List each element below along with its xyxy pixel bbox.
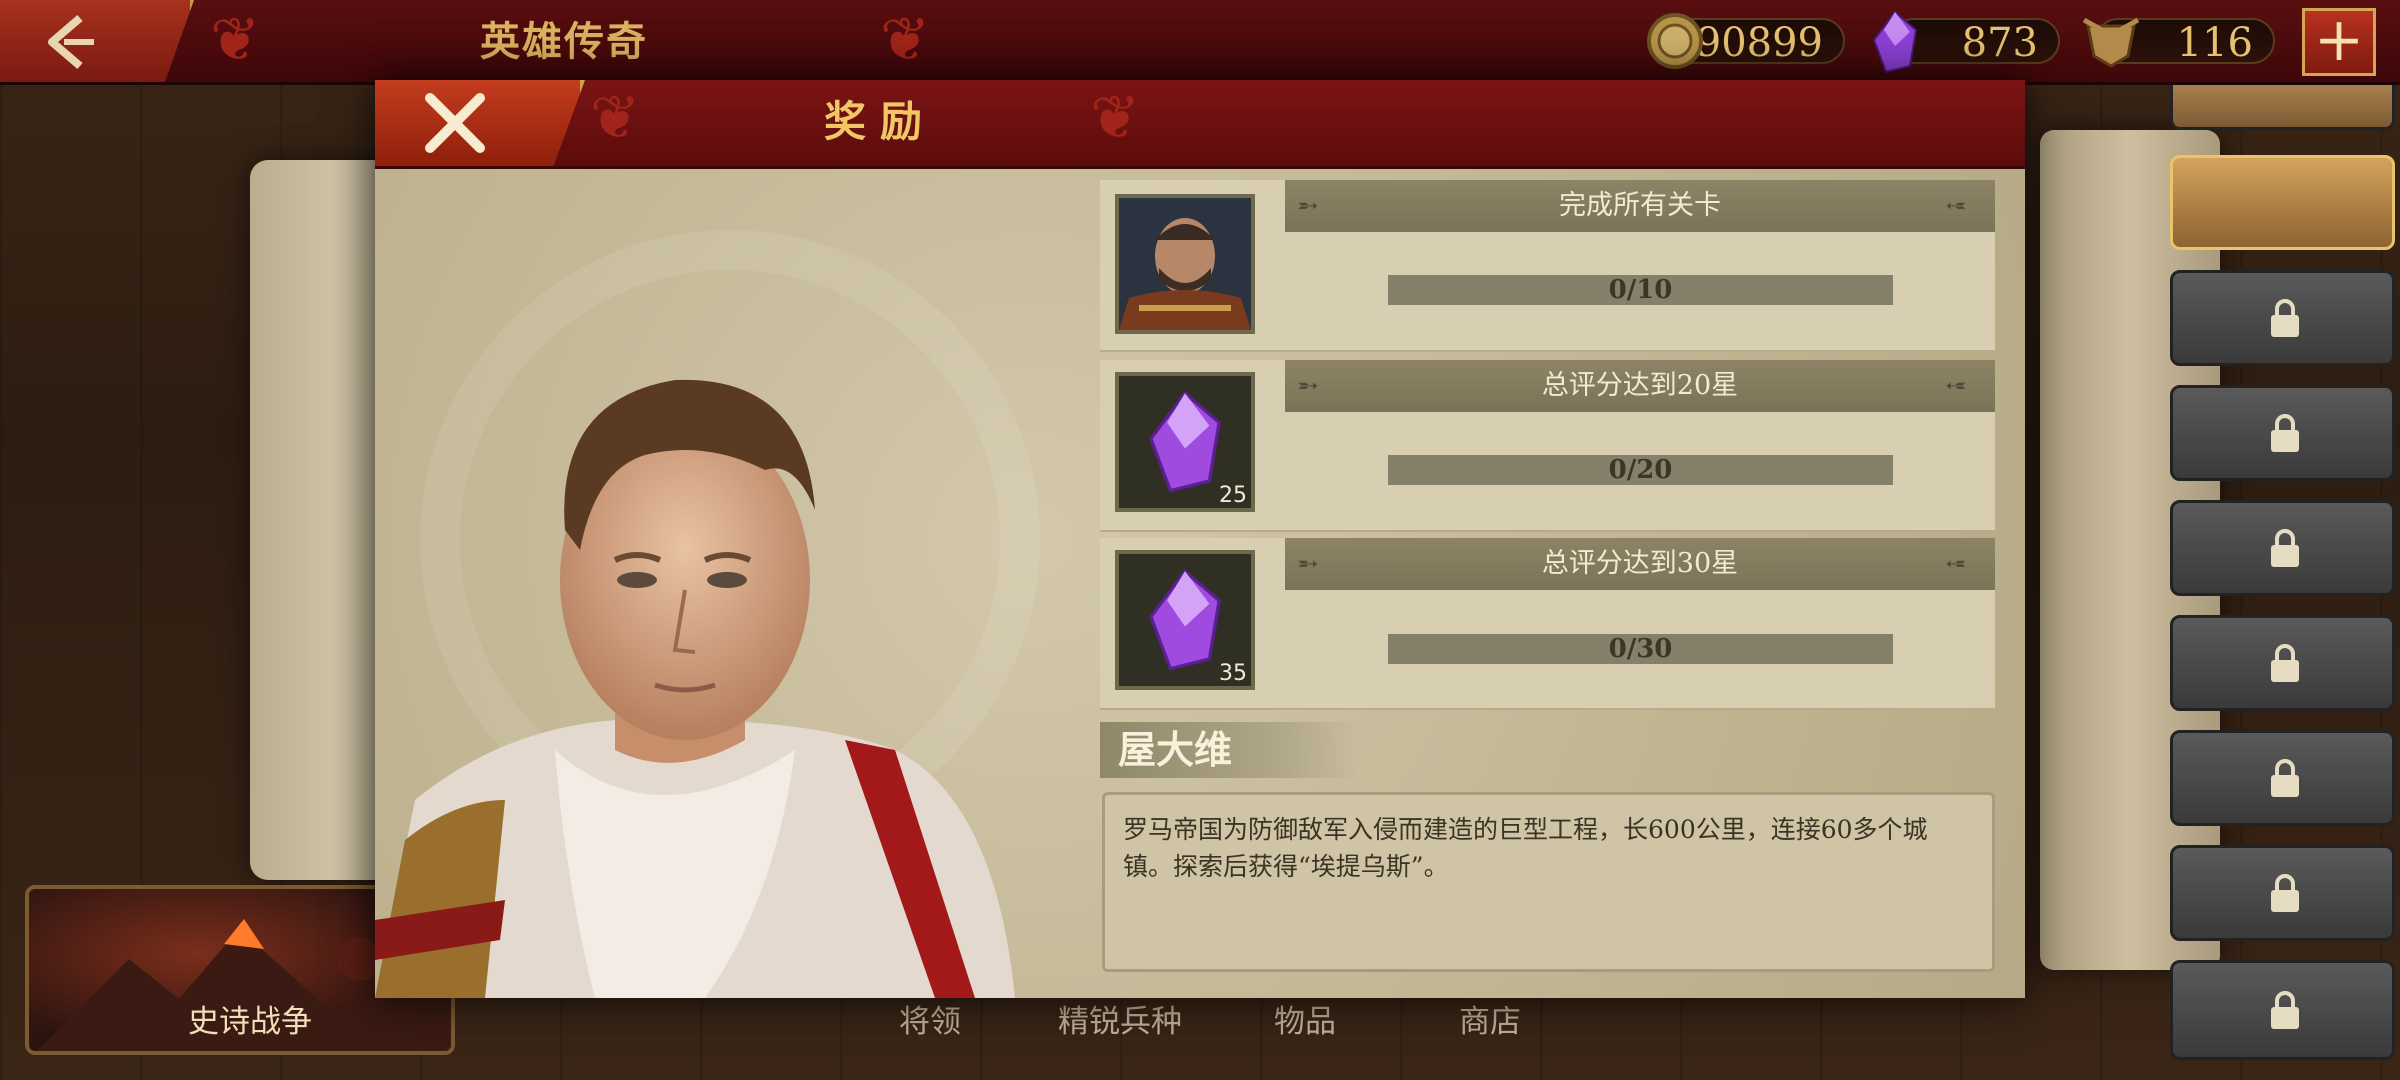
general-portrait-icon bbox=[1119, 198, 1251, 330]
tab-shop[interactable]: 商店 bbox=[1430, 1002, 1550, 1042]
reward-condition-label: 总评分达到30星 bbox=[1285, 538, 1995, 590]
arrow-decoration-icon: ➵ bbox=[1945, 549, 1967, 579]
building-thumb-4[interactable] bbox=[2170, 385, 2395, 481]
arrow-decoration-icon: ➵ bbox=[1297, 191, 1319, 221]
coin-icon bbox=[1647, 13, 1703, 69]
reward-condition-label: 完成所有关卡 bbox=[1285, 180, 1995, 232]
add-resource-button[interactable]: + bbox=[2302, 8, 2376, 76]
modal-title: 奖励 bbox=[823, 97, 936, 146]
tab-elite-units[interactable]: 精锐兵种 bbox=[1050, 1002, 1190, 1042]
reward-progress-bar: 0/20 bbox=[1388, 455, 1893, 485]
building-thumb-2-selected[interactable] bbox=[2170, 155, 2395, 250]
lock-icon bbox=[2271, 991, 2299, 1029]
reward-icon-frame: 25 bbox=[1115, 372, 1255, 512]
hero-portrait bbox=[375, 379, 1015, 998]
reward-condition-label: 总评分达到20星 bbox=[1285, 360, 1995, 412]
building-thumb-9[interactable] bbox=[2170, 960, 2395, 1060]
chevron-left-icon bbox=[48, 14, 94, 70]
hero-description: 罗马帝国为防御敌军入侵而建造的巨型工程，长600公里，连接60多个城镇。探索后获… bbox=[1102, 792, 1995, 972]
arrow-decoration-icon: ➵ bbox=[1297, 549, 1319, 579]
epic-war-label: 史诗战争 bbox=[188, 1004, 312, 1040]
laurel-decoration-icon: ❦ bbox=[1090, 83, 1141, 153]
arrow-decoration-icon: ➵ bbox=[1297, 371, 1319, 401]
close-icon bbox=[425, 93, 485, 153]
tab-items[interactable]: 物品 bbox=[1245, 1002, 1365, 1042]
gem-icon bbox=[1149, 568, 1221, 671]
building-thumb-7[interactable] bbox=[2170, 730, 2395, 826]
laurel-decoration-icon: ❦ bbox=[590, 83, 641, 153]
building-thumb-5[interactable] bbox=[2170, 500, 2395, 596]
lock-icon bbox=[2271, 644, 2299, 682]
laurel-decoration-icon: ❦ bbox=[880, 5, 931, 75]
lock-icon bbox=[2271, 874, 2299, 912]
building-thumb-6[interactable] bbox=[2170, 615, 2395, 711]
reward-progress-bar: 0/30 bbox=[1388, 634, 1893, 664]
page-title: 英雄传奇 bbox=[480, 18, 648, 65]
reward-icon-frame: 35 bbox=[1115, 550, 1255, 690]
hero-name: 屋大维 bbox=[1118, 727, 1233, 772]
gem-icon bbox=[1872, 10, 1918, 74]
gem-icon bbox=[1149, 390, 1221, 493]
honor-badge-icon bbox=[2082, 17, 2140, 68]
reward-count: 35 bbox=[1219, 661, 1247, 686]
lock-icon bbox=[2271, 529, 2299, 567]
reward-progress-bar: 0/10 bbox=[1388, 275, 1893, 305]
lock-icon bbox=[2271, 759, 2299, 797]
reward-icon-frame bbox=[1115, 194, 1255, 334]
building-thumb-3[interactable] bbox=[2170, 270, 2395, 366]
arrow-decoration-icon: ➵ bbox=[1945, 371, 1967, 401]
lock-icon bbox=[2271, 414, 2299, 452]
lock-icon bbox=[2271, 299, 2299, 337]
tab-generals[interactable]: 将领 bbox=[870, 1002, 990, 1042]
laurel-decoration-icon: ❦ bbox=[210, 5, 261, 75]
arrow-decoration-icon: ➵ bbox=[1945, 191, 1967, 221]
building-thumb-8[interactable] bbox=[2170, 845, 2395, 941]
reward-count: 25 bbox=[1219, 483, 1247, 508]
